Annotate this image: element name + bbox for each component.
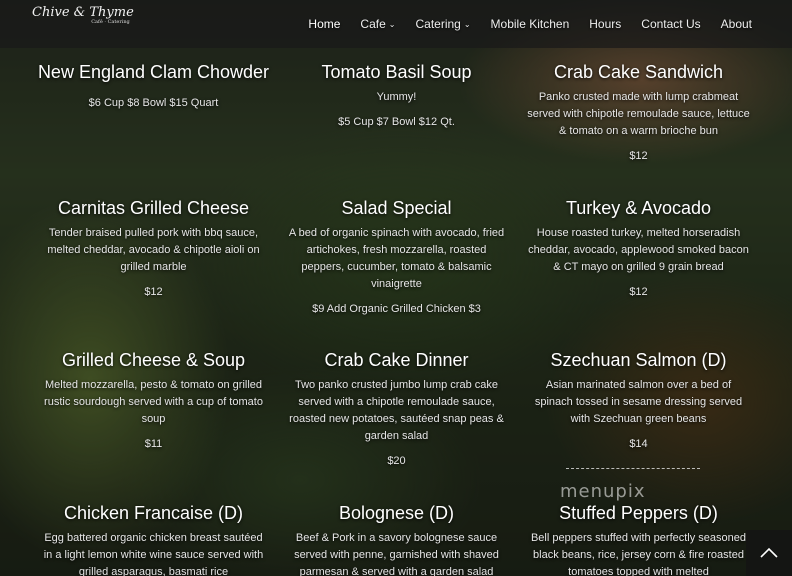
nav-catering[interactable]: Catering ⌄ <box>415 17 470 31</box>
nav-home[interactable]: Home <box>308 17 340 31</box>
menu-item-description: A bed of organic spinach with avocado, f… <box>288 227 505 290</box>
menu-item: Szechuan Salmon (D) Asian marinated salm… <box>517 350 760 450</box>
menu-item-description: House roasted turkey, melted horseradish… <box>528 227 749 273</box>
menu-item: Turkey & Avocado House roasted turkey, m… <box>517 198 760 298</box>
menu-item-description: Tender braised pulled pork with bbq sauc… <box>47 227 260 273</box>
menu-item: Tomato Basil Soup Yummy! $5 Cup $7 Bowl … <box>275 62 518 128</box>
nav-hours[interactable]: Hours <box>589 17 621 31</box>
menu-item-price: $12 <box>144 286 163 298</box>
chevron-down-icon: ⌄ <box>463 19 471 29</box>
menu-item-title: Tomato Basil Soup <box>321 62 472 82</box>
dashed-divider <box>566 468 700 469</box>
menu-item-description: Bell peppers stuffed with perfectly seas… <box>530 532 747 576</box>
logo-name: Chive & Thyme <box>32 5 134 20</box>
menu-item-title: Grilled Cheese & Soup <box>61 350 246 370</box>
menu-item-title: Chicken Francaise (D) <box>63 503 244 523</box>
menu-item-description: Egg battered organic chicken breast saut… <box>43 532 264 576</box>
menu-item-title: Salad Special <box>341 198 452 218</box>
menu-item-title: Turkey & Avocado <box>565 198 712 218</box>
chevron-down-icon: ⌄ <box>388 19 396 29</box>
menu-item-title: Crab Cake Dinner <box>324 350 469 370</box>
menu-item: Salad Special A bed of organic spinach w… <box>275 198 518 315</box>
menu-item-price: $9 Add Organic Grilled Chicken $3 <box>312 303 481 315</box>
menu-item: Stuffed Peppers (D) Bell peppers stuffed… <box>517 503 760 576</box>
menu-item-price: $12 <box>629 286 648 298</box>
menu-item: Chicken Francaise (D) Egg battered organ… <box>32 503 275 576</box>
nav-cafe-label: Cafe <box>360 17 386 31</box>
menu-item-description: Yummy! <box>376 91 417 103</box>
menu-item-description: Asian marinated salmon over a bed of spi… <box>534 379 743 425</box>
menu-item: Crab Cake Dinner Two panko crusted jumbo… <box>275 350 518 467</box>
menu-item-title: Szechuan Salmon (D) <box>550 350 727 370</box>
menu-item-price: $5 Cup $7 Bowl $12 Qt. <box>338 116 455 128</box>
menu-item-description: Two panko crusted jumbo lump crab cake s… <box>289 379 504 442</box>
menu-item: Carnitas Grilled Cheese Tender braised p… <box>32 198 275 298</box>
logo-tagline: Café · Catering <box>91 19 130 25</box>
nav-mobile-kitchen[interactable]: Mobile Kitchen <box>491 17 570 31</box>
menu-item-title: New England Clam Chowder <box>37 62 270 82</box>
nav-catering-label: Catering <box>415 17 461 31</box>
menu-item-price: $11 <box>144 438 163 450</box>
menu-item-price: $6 Cup $8 Bowl $15 Quart <box>88 97 219 109</box>
menu-item: Bolognese (D) Beef & Pork in a savory bo… <box>275 503 518 576</box>
nav-cafe[interactable]: Cafe ⌄ <box>360 17 395 31</box>
top-navbar: Chive & Thyme Café · Catering Home Cafe … <box>0 0 792 48</box>
menu-item-description: Beef & Pork in a savory bolognese sauce … <box>294 532 499 576</box>
scroll-to-top-button[interactable] <box>746 530 792 576</box>
menu-item-description: Melted mozzarella, pesto & tomato on gri… <box>44 379 263 425</box>
menu-item: New England Clam Chowder $6 Cup $8 Bowl … <box>32 62 275 109</box>
nav-contact[interactable]: Contact Us <box>641 17 700 31</box>
menu-item-title: Stuffed Peppers (D) <box>559 503 718 523</box>
nav-about[interactable]: About <box>721 17 752 31</box>
chevron-up-icon <box>760 547 778 558</box>
nav-links: Home Cafe ⌄ Catering ⌄ Mobile Kitchen Ho… <box>288 0 752 48</box>
menu-item-price: $14 <box>629 438 648 450</box>
menu-item-description: Panko crusted made with lump crabmeat se… <box>527 91 750 137</box>
site-logo[interactable]: Chive & Thyme Café · Catering <box>32 6 134 25</box>
menu-item: Grilled Cheese & Soup Melted mozzarella,… <box>32 350 275 450</box>
menu-item-title: Crab Cake Sandwich <box>553 62 724 82</box>
watermark-logo: menupix <box>560 481 646 502</box>
menu-item-title: Carnitas Grilled Cheese <box>57 198 250 218</box>
menu-item-price: $12 <box>629 150 648 162</box>
menu-item: Crab Cake Sandwich Panko crusted made wi… <box>517 62 760 162</box>
menu-item-title: Bolognese (D) <box>338 503 455 523</box>
menu-item-price: $20 <box>387 455 406 467</box>
